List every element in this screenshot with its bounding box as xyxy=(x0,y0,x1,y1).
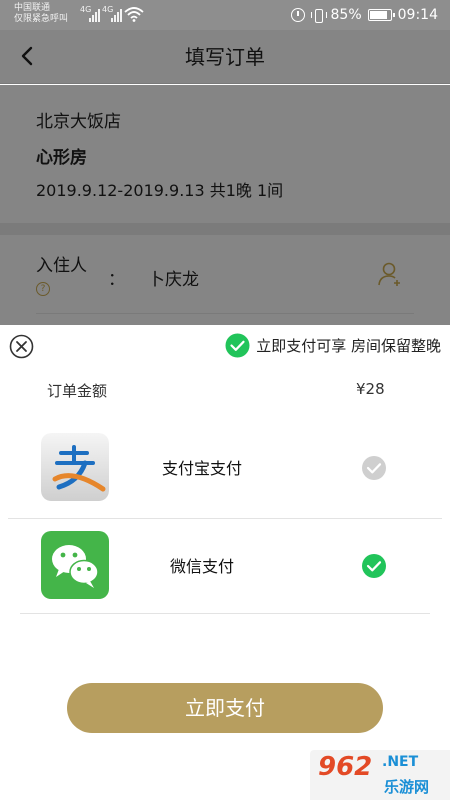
promo-text: 立即支付可享 房间保留整晚 xyxy=(256,337,441,355)
watermark-cn: 乐游网 xyxy=(384,778,430,796)
guest-name-field[interactable]: 卜庆龙 xyxy=(148,265,199,290)
carrier-emergency-note: 仅限紧急呼叫 xyxy=(14,14,69,24)
payment-option-alipay[interactable]: 支付宝支付 xyxy=(20,421,430,517)
guest-divider xyxy=(36,313,414,314)
amount-label: 订单金额 xyxy=(47,382,108,400)
guest-section: 入住人 ? ： 卜庆龙 xyxy=(0,235,450,325)
room-type: 心形房 xyxy=(36,148,87,168)
wechat-logo-icon xyxy=(41,531,109,599)
alipay-label: 支付宝支付 xyxy=(162,459,243,478)
carrier-name: 中国联通 xyxy=(14,3,51,13)
alipay-logo-icon xyxy=(41,433,109,501)
check-circle-icon xyxy=(225,333,250,358)
clock: 09:14 xyxy=(397,7,438,23)
watermark-logo: 962 .NET 乐游网 xyxy=(310,750,450,800)
alipay-unselected-radio-icon[interactable] xyxy=(361,455,387,481)
wechat-selected-radio-icon[interactable] xyxy=(361,553,387,579)
guest-label: 入住人 xyxy=(36,256,87,276)
vibrate-icon xyxy=(310,8,327,23)
add-person-icon[interactable] xyxy=(378,261,402,287)
section-gap xyxy=(0,223,450,235)
stay-dates: 2019.9.12-2019.9.13 共1晚 1间 xyxy=(36,181,284,200)
battery-icon xyxy=(367,9,395,21)
wifi-icon xyxy=(124,7,144,22)
payment-option-wechat[interactable]: 微信支付 xyxy=(20,519,430,615)
help-icon[interactable]: ? xyxy=(36,282,50,296)
signal-strength-icon-2 xyxy=(111,6,122,22)
order-summary: 北京大饭店 心形房 2019.9.12-2019.9.13 共1晚 1间 xyxy=(0,85,450,223)
payment-divider-bottom xyxy=(20,613,430,614)
promo-banner: 立即支付可享 房间保留整晚 xyxy=(225,333,441,358)
hotel-name: 北京大饭店 xyxy=(36,112,121,132)
status-right: 85% 09:14 xyxy=(290,6,438,24)
amount-value: ¥28 xyxy=(356,380,385,398)
battery-percent: 85% xyxy=(330,7,362,23)
signal-strength-icon xyxy=(89,6,100,22)
page-title: 填写订单 xyxy=(185,45,265,69)
close-icon[interactable] xyxy=(9,334,34,359)
guest-colon: ： xyxy=(108,270,125,290)
watermark-number: 962 xyxy=(318,752,373,782)
status-bar: 中国联通 仅限紧急呼叫 4G 4G 85% 09:14 xyxy=(0,0,450,30)
watermark-domain: .NET xyxy=(382,754,419,770)
carrier-info: 中国联通 仅限紧急呼叫 xyxy=(14,3,68,25)
pay-now-button[interactable]: 立即支付 xyxy=(67,683,383,733)
page-header: 填写订单 xyxy=(0,30,450,84)
wechat-label: 微信支付 xyxy=(170,557,235,576)
alarm-icon xyxy=(290,8,305,22)
